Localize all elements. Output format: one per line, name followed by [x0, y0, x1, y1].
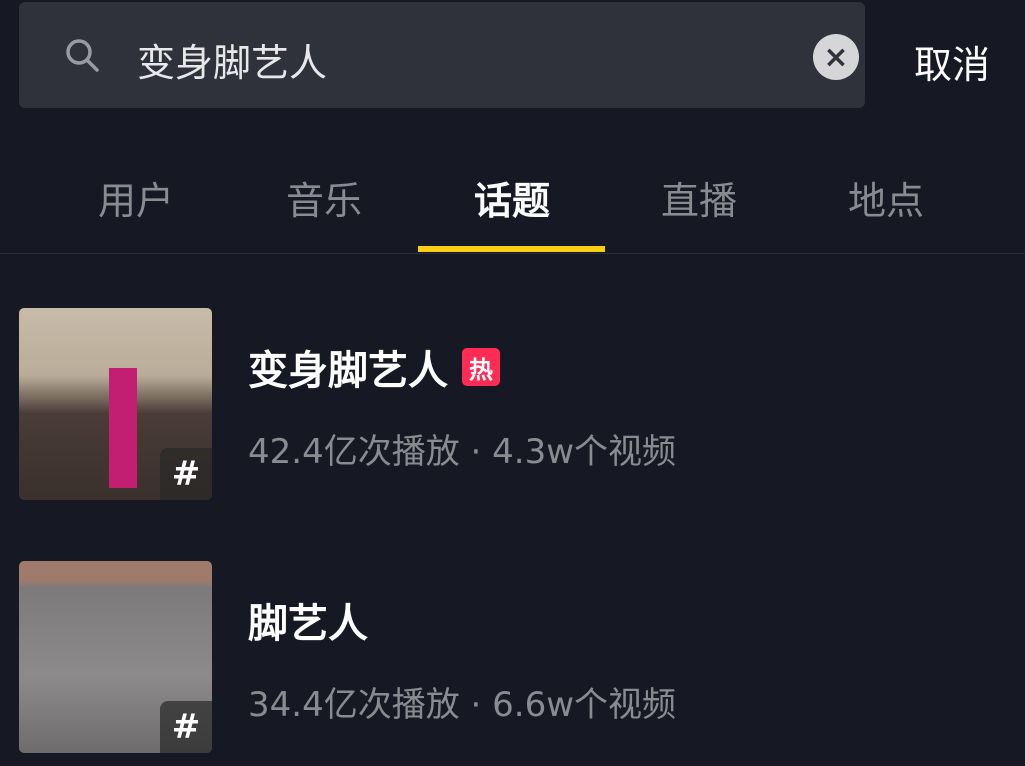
- tab-live[interactable]: 直播: [605, 170, 793, 225]
- topic-stats: 42.4亿次播放 · 4.3w个视频: [248, 432, 677, 472]
- cancel-button[interactable]: 取消: [914, 34, 990, 89]
- tab-places[interactable]: 地点: [792, 170, 980, 225]
- search-bar[interactable]: 变身脚艺人 ×: [19, 2, 865, 108]
- search-icon: [66, 39, 99, 72]
- tab-music[interactable]: 音乐: [230, 170, 418, 225]
- hashtag-icon: #: [160, 701, 212, 753]
- list-item[interactable]: # 变身脚艺人热 42.4亿次播放 · 4.3w个视频: [19, 308, 1019, 500]
- list-item[interactable]: # 脚艺人 34.4亿次播放 · 6.6w个视频: [19, 561, 1019, 753]
- tab-users[interactable]: 用户: [42, 170, 230, 225]
- figure-shirt: [109, 368, 137, 488]
- search-input[interactable]: 变身脚艺人: [137, 32, 327, 87]
- topic-title: 脚艺人: [248, 601, 368, 647]
- active-tab-indicator: [418, 246, 605, 252]
- topic-title: 变身脚艺人: [248, 348, 448, 394]
- topic-thumbnail: #: [19, 561, 212, 753]
- hot-badge: 热: [462, 348, 500, 386]
- tab-topics[interactable]: 话题: [418, 170, 606, 225]
- hashtag-icon: #: [160, 448, 212, 500]
- topic-stats: 34.4亿次播放 · 6.6w个视频: [248, 685, 677, 725]
- topic-thumbnail: #: [19, 308, 212, 500]
- tab-bar: 用户 音乐 话题 直播 地点: [0, 150, 1025, 254]
- clear-icon[interactable]: ×: [813, 34, 859, 80]
